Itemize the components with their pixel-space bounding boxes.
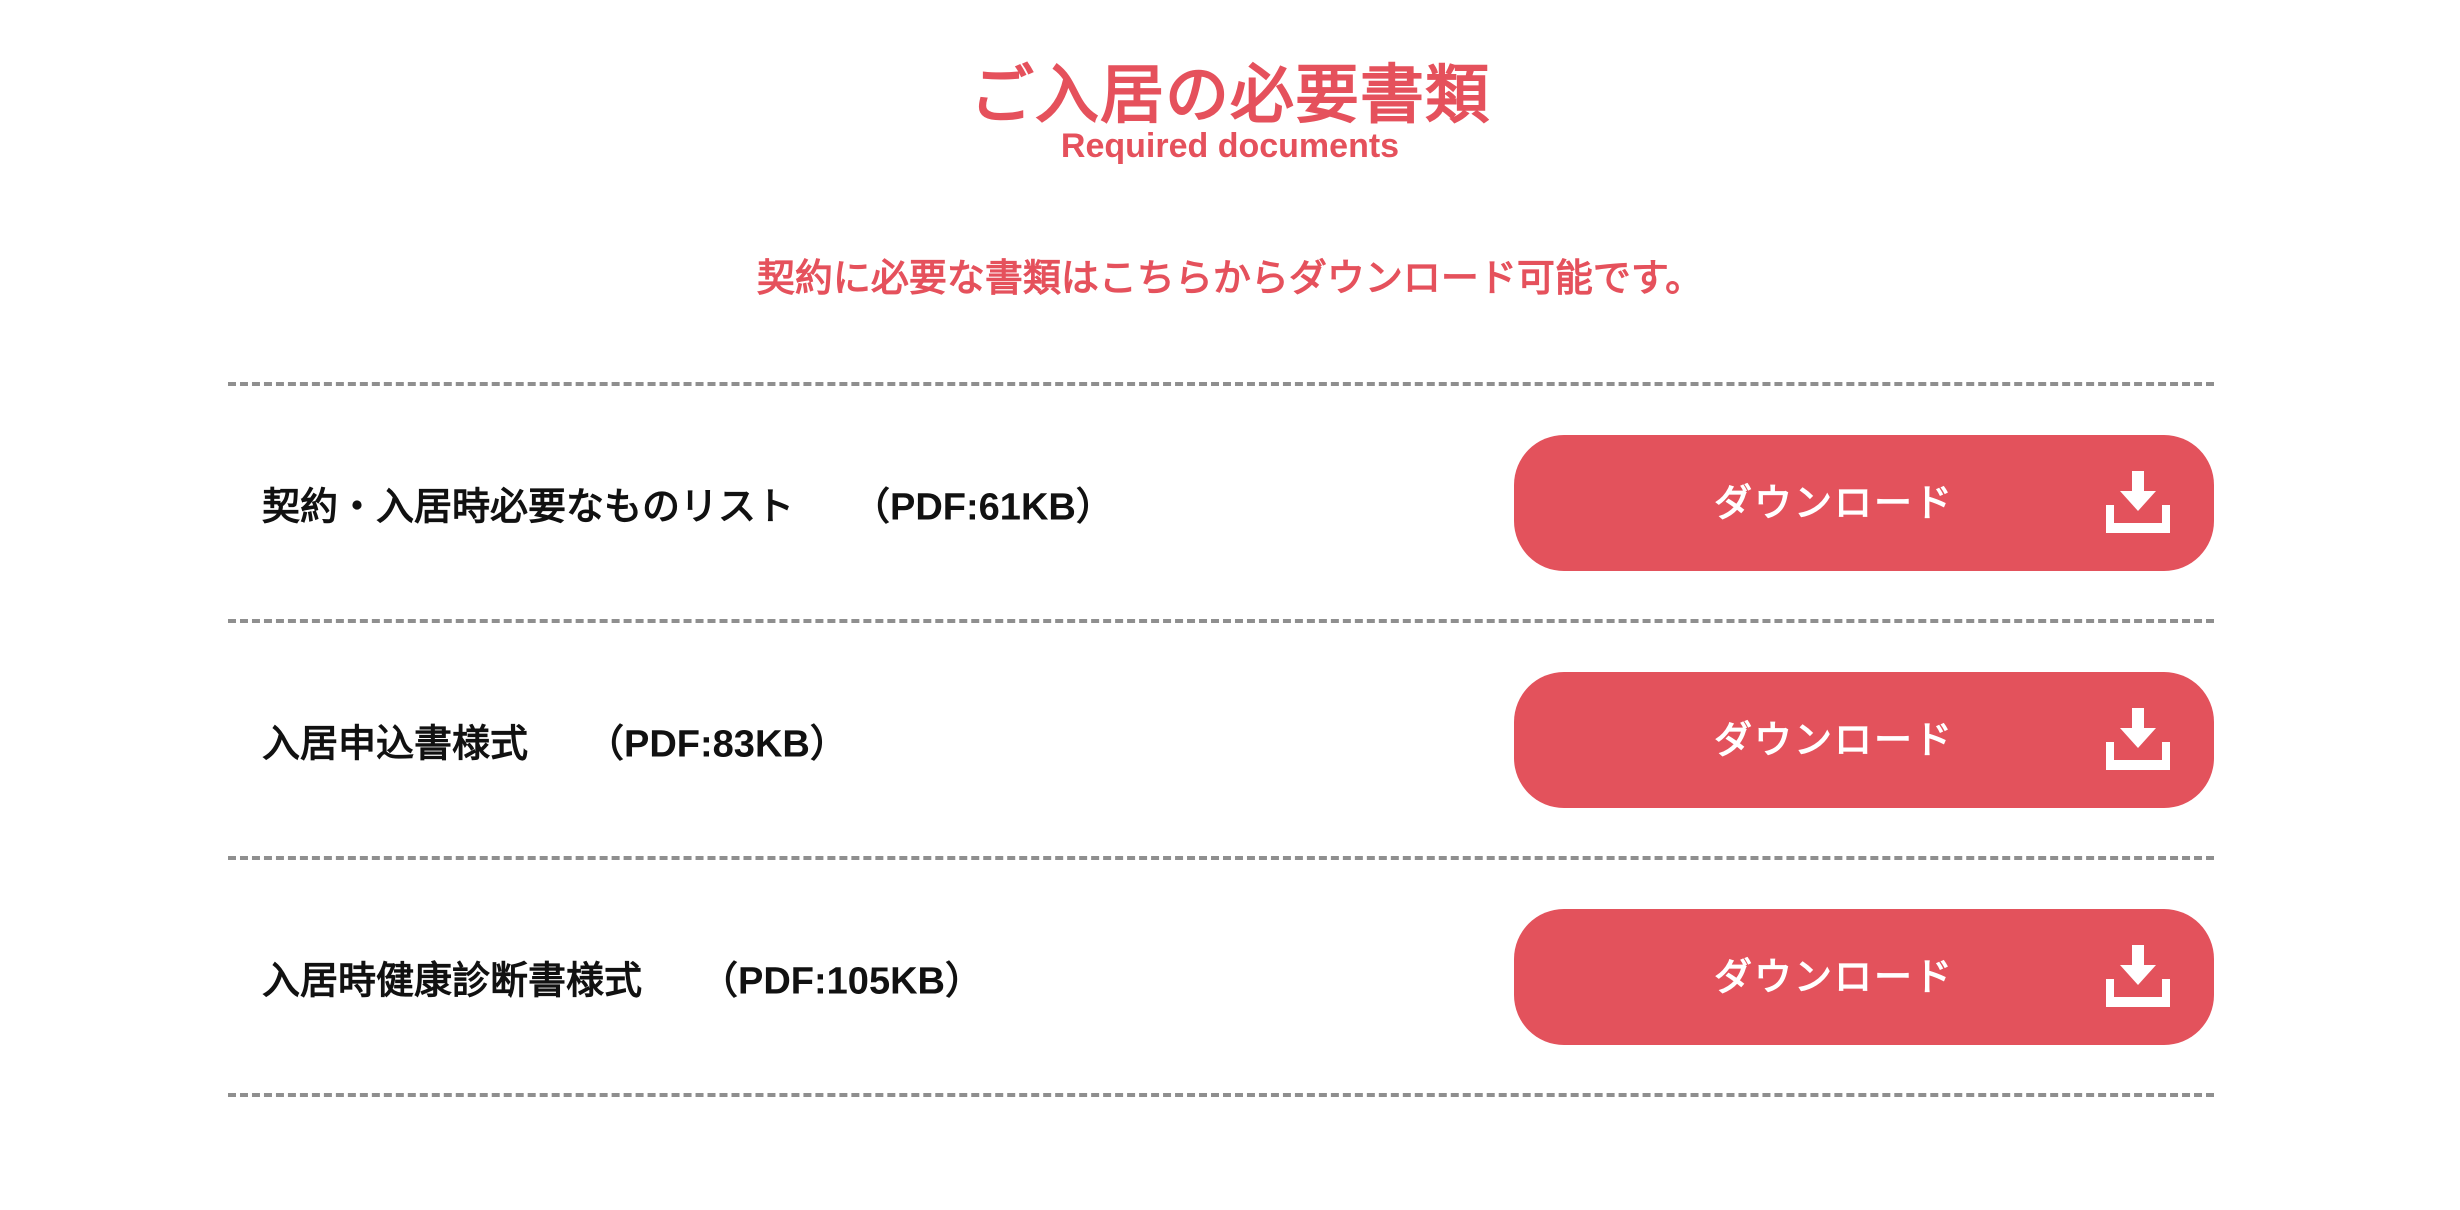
download-icon <box>2106 470 2170 533</box>
download-icon <box>2106 944 2170 1007</box>
document-list: 契約・入居時必要なものリスト （PDF:61KB） ダウンロード 入居申込書様式 （… <box>228 382 2214 1097</box>
download-button-label: ダウンロード <box>1713 954 1954 999</box>
download-button[interactable]: ダウンロード <box>1514 671 2214 808</box>
document-size: （PDF:105KB） <box>700 960 983 1002</box>
download-button-label: ダウンロード <box>1713 480 1954 525</box>
document-name: 入居時健康診断書様式 <box>262 958 643 1002</box>
download-button[interactable]: ダウンロード <box>1514 434 2214 571</box>
document-size: （PDF:83KB） <box>586 723 848 765</box>
document-row: 入居申込書様式 （PDF:83KB） ダウンロード <box>228 623 2214 856</box>
document-title: 契約・入居時必要なものリスト （PDF:61KB） <box>262 475 1114 530</box>
section-header: ご入居の必要書類 Required documents <box>0 58 2460 166</box>
download-icon <box>2106 707 2170 770</box>
download-button[interactable]: ダウンロード <box>1514 908 2214 1045</box>
dashed-divider <box>228 1093 2214 1097</box>
lead-text: 契約に必要な書類はこちらからダウンロード可能です。 <box>756 256 1704 300</box>
document-row: 入居時健康診断書様式 （PDF:105KB） ダウンロード <box>228 860 2214 1093</box>
document-name: 入居申込書様式 <box>262 721 529 765</box>
page-subtitle: Required documents <box>1060 127 1400 165</box>
document-row: 契約・入居時必要なものリスト （PDF:61KB） ダウンロード <box>228 386 2214 619</box>
document-size: （PDF:61KB） <box>852 486 1114 528</box>
page-title: ご入居の必要書類 <box>970 59 1490 133</box>
document-name: 契約・入居時必要なものリスト <box>262 484 795 528</box>
document-title: 入居申込書様式 （PDF:83KB） <box>262 712 848 767</box>
document-title: 入居時健康診断書様式 （PDF:105KB） <box>262 949 983 1004</box>
download-button-label: ダウンロード <box>1713 717 1954 762</box>
